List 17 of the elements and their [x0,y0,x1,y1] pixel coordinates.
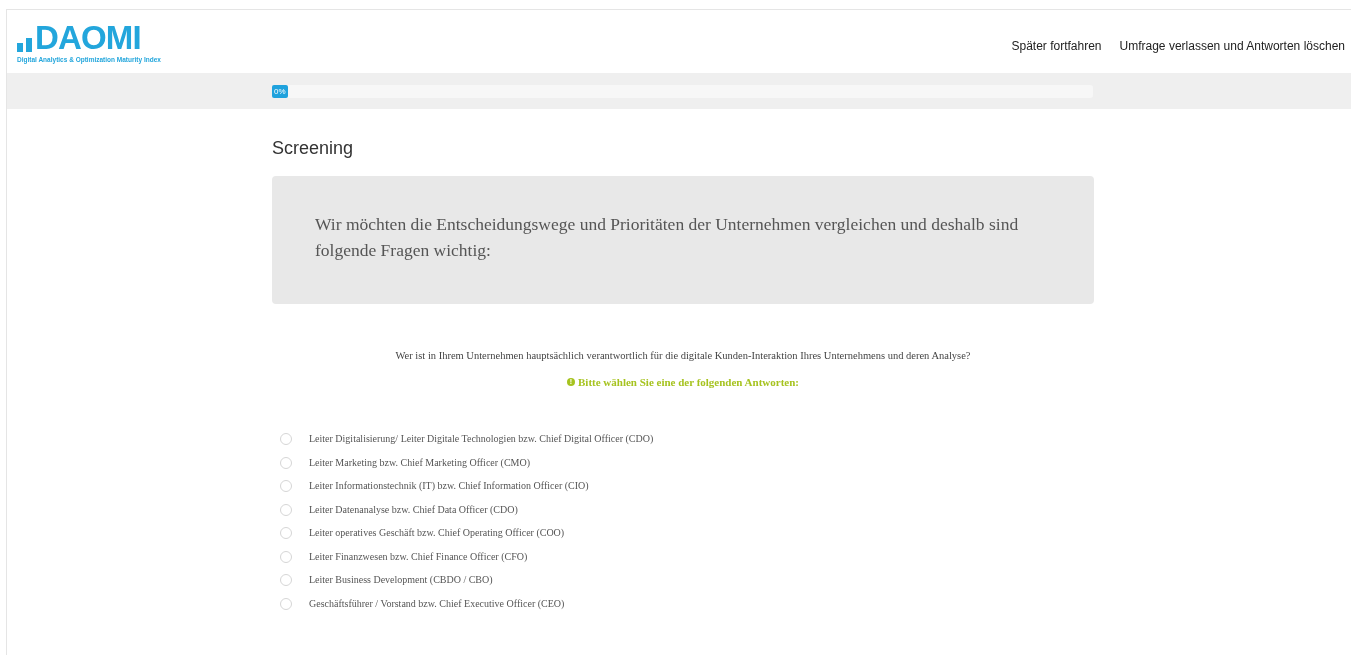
answer-option[interactable]: Leiter Digitalisierung/ Leiter Digitale Technologien bzw. Chief Digital Officer (CDO) [280,432,1094,447]
hint-text: Bitte wählen Sie eine der folgenden Antworten: [578,374,799,390]
bar-chart-icon [17,38,33,52]
answer-option[interactable]: Leiter Finanzwesen bzw. Chief Finance Officer (CFO) [280,549,1094,564]
nav-link[interactable]: Umfrage verlassen und Antworten löschen [1119,37,1345,55]
answer-option[interactable]: Leiter Business Development (CBDO / CBO) [280,573,1094,588]
question-text: Wer ist in Ihrem Unternehmen hauptsächlich verantwortlich für die digitale Kunden-Interaktion Ihres Unternehmens und deren Analyse? [394,349,972,363]
answer-option[interactable]: Geschäftsführer / Vorstand bzw. Chief Executive Officer (CEO) [280,596,1094,611]
answer-option[interactable]: Leiter Informationstechnik (IT) bzw. Chief Information Officer (CIO) [280,479,1094,494]
intro-text: Wir möchten die Entscheidungswege und Prioritäten der Unternehmen vergleichen und deshalb sind folgende Fragen wichtig: [315,213,1020,262]
logo-wordmark: DAOMI [35,24,141,52]
answer-option[interactable]: Leiter Datenanalyse bzw. Chief Data Officer (CDO) [280,502,1094,517]
answer-option[interactable]: Leiter Marketing bzw. Chief Marketing Officer (CMO) [280,455,1094,470]
answer-option[interactable]: Leiter operatives Geschäft bzw. Chief Operating Officer (COO) [280,526,1094,541]
section-title: Screening [272,138,355,158]
progress-label: 0% [272,84,288,98]
nav-link[interactable]: Später fortfahren [1011,37,1102,55]
